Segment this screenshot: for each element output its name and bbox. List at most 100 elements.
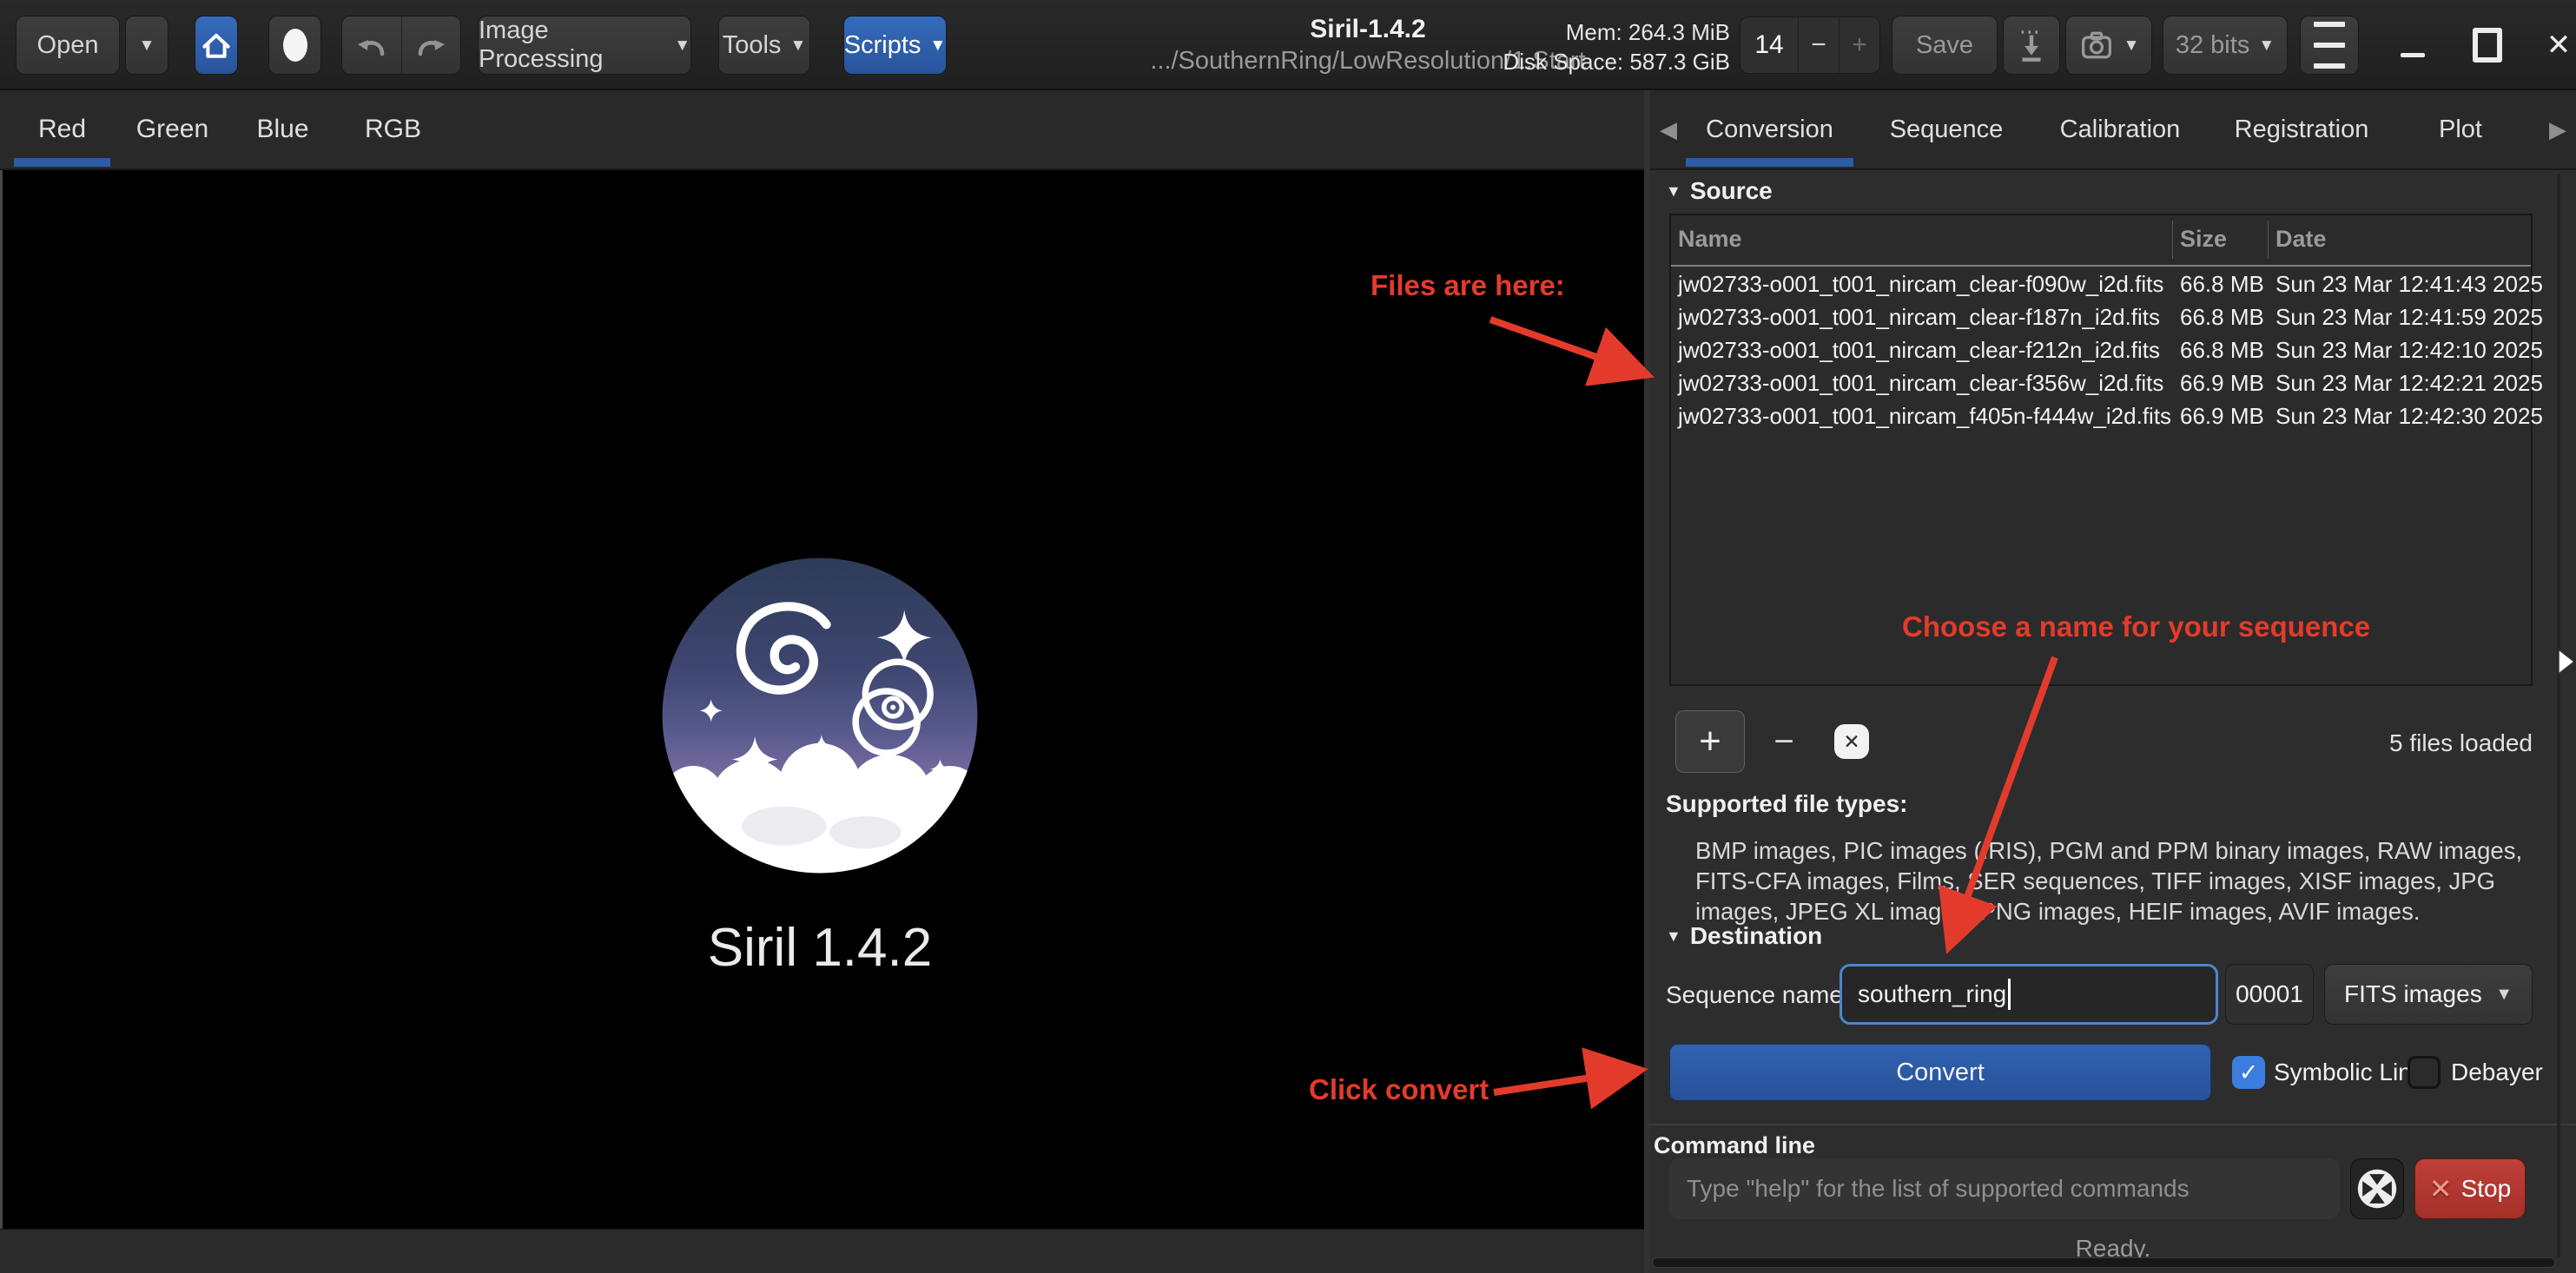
chevron-down-icon: ▼ <box>929 37 946 54</box>
tab-red[interactable]: Red <box>7 90 117 168</box>
record-icon <box>281 26 310 64</box>
command-input-wrap <box>1669 1158 2340 1219</box>
paned-resize-handle[interactable] <box>1644 90 1650 1273</box>
supported-types-title: Supported file types: <box>1666 790 1907 818</box>
output-format-value: FITS images <box>2344 980 2482 1008</box>
output-format-dropdown[interactable]: FITS images ▼ <box>2324 964 2533 1025</box>
tab-plot[interactable]: Plot <box>2423 90 2498 168</box>
remove-files-button[interactable]: − <box>1761 710 1807 773</box>
disk-space: Disk Space: 587.3 GiB <box>1433 47 1730 76</box>
open-dropdown-button[interactable]: ▼ <box>125 16 168 75</box>
panel-tab-strip: ◀ Conversion Sequence Calibration Regist… <box>1650 90 2576 170</box>
tab-sequence[interactable]: Sequence <box>1876 90 2017 168</box>
file-row[interactable]: jw02733-o001_t001_nircam_clear-f212n_i2d… <box>1671 333 2531 366</box>
text-caret <box>2008 979 2011 1010</box>
stop-button[interactable]: ✕ Stop <box>2414 1158 2526 1219</box>
tab-calibration[interactable]: Calibration <box>2046 90 2194 168</box>
home-button[interactable] <box>195 16 238 75</box>
tab-green[interactable]: Green <box>117 90 228 168</box>
hamburger-menu-button[interactable] <box>2300 16 2359 75</box>
open-button[interactable]: Open <box>16 16 120 75</box>
sequence-name-value: southern_ring <box>1858 980 2006 1008</box>
plus-icon: + <box>1699 720 1721 763</box>
source-section-header[interactable]: ▼ Source <box>1666 177 1773 205</box>
maximize-icon <box>2473 28 2502 63</box>
annotation-files-here: Files are here: <box>1371 269 1565 302</box>
siril-window: Open ▼ <box>0 0 2576 1273</box>
files-loaded-status: 5 files loaded <box>2223 729 2533 757</box>
destination-section-header[interactable]: ▼ Destination <box>1666 922 1822 950</box>
vertical-scrollbar[interactable] <box>2557 174 2560 1257</box>
debayer-checkbox[interactable] <box>2408 1056 2441 1089</box>
file-row[interactable]: jw02733-o001_t001_nircam_clear-f187n_i2d… <box>1671 300 2531 333</box>
command-line-title: Command line <box>1654 1132 1815 1159</box>
bit-depth-dropdown[interactable]: 32 bits ▼ <box>2163 16 2288 75</box>
collapse-icon: ▼ <box>1666 927 1681 946</box>
resources-readout: Mem: 264.3 MiB Disk Space: 587.3 GiB <box>1433 17 1730 76</box>
sequence-name-input[interactable]: southern_ring <box>1840 964 2218 1025</box>
convert-button[interactable]: Convert <box>1669 1044 2211 1101</box>
canvas-status-strip <box>0 1229 1644 1273</box>
chevron-down-icon: ▼ <box>139 37 155 54</box>
supported-types-text: BMP images, PIC images (IRIS), PGM and P… <box>1695 835 2534 927</box>
channel-tab-strip: Red Green Blue RGB <box>0 90 1644 170</box>
file-row[interactable]: jw02733-o001_t001_nircam_f405n-f444w_i2d… <box>1671 399 2531 432</box>
tab-registration[interactable]: Registration <box>2223 90 2380 168</box>
column-header-date[interactable]: Date <box>2275 215 2527 263</box>
minus-icon: − <box>1773 722 1793 762</box>
command-section-divider <box>1648 1124 2576 1125</box>
file-row[interactable]: jw02733-o001_t001_nircam_clear-f356w_i2d… <box>1671 366 2531 399</box>
chevron-down-icon: ▼ <box>674 37 690 54</box>
close-button[interactable]: ✕ <box>2534 16 2576 75</box>
right-arrow-icon: ▶ <box>2549 116 2566 143</box>
undo-icon <box>353 27 390 63</box>
horizontal-scrollbar[interactable] <box>1652 1257 2555 1268</box>
tools-menu[interactable]: Tools ▼ <box>718 16 810 75</box>
file-list-header: Name Size Date <box>1671 215 2531 267</box>
minimize-button[interactable] <box>2388 16 2437 75</box>
clear-list-button[interactable]: ✕ <box>1834 724 1869 759</box>
zoom-increase-button[interactable]: + <box>1839 17 1879 73</box>
snapshot-button[interactable]: ▼ <box>2065 16 2152 75</box>
canvas-scrollbar[interactable] <box>0 170 3 1229</box>
minimize-icon <box>2401 53 2425 57</box>
maximize-button[interactable] <box>2463 16 2512 75</box>
redo-button[interactable] <box>402 16 461 74</box>
image-processing-menu[interactable]: Image Processing ▼ <box>478 16 691 75</box>
undo-button[interactable] <box>342 16 402 74</box>
siril-logo <box>657 553 982 878</box>
tab-rgb[interactable]: RGB <box>338 90 448 168</box>
record-button[interactable] <box>268 16 321 75</box>
start-index-input[interactable]: 00001 <box>2225 964 2314 1025</box>
symbolic-link-checkbox[interactable]: ✓ <box>2232 1056 2265 1089</box>
tab-conversion[interactable]: Conversion <box>1686 90 1853 168</box>
zoom-decrease-button[interactable]: − <box>1799 17 1839 73</box>
tools-label: Tools <box>723 31 782 60</box>
column-header-size[interactable]: Size <box>2180 215 2267 263</box>
column-header-name[interactable]: Name <box>1678 215 2164 263</box>
logo-caption: Siril 1.4.2 <box>559 917 1080 979</box>
open-button-label: Open <box>37 31 99 60</box>
chevron-down-icon: ▼ <box>2495 985 2513 1005</box>
chevron-down-icon: ▼ <box>2124 37 2140 54</box>
save-label: Save <box>1916 31 1973 60</box>
collapse-icon: ▼ <box>1666 182 1681 201</box>
hamburger-icon <box>2314 22 2345 27</box>
annotation-click-convert: Click convert <box>1309 1073 1489 1106</box>
command-helper-button[interactable] <box>2350 1158 2404 1219</box>
tabs-scroll-right-button[interactable]: ▶ <box>2543 90 2573 168</box>
save-as-button[interactable] <box>2003 16 2060 75</box>
command-pad-icon <box>2356 1168 2398 1210</box>
bit-depth-value: 32 bits <box>2176 31 2249 60</box>
titlebar: Open ▼ <box>0 0 2576 90</box>
save-button[interactable]: Save <box>1892 16 1998 75</box>
tab-blue[interactable]: Blue <box>228 90 338 168</box>
tabs-scroll-left-button[interactable]: ◀ <box>1654 90 1683 168</box>
file-row[interactable]: jw02733-o001_t001_nircam_clear-f090w_i2d… <box>1671 267 2531 300</box>
add-files-button[interactable]: + <box>1675 710 1745 773</box>
command-input[interactable] <box>1669 1158 2375 1219</box>
check-icon: ✓ <box>2239 1059 2259 1086</box>
chevron-down-icon: ▼ <box>789 37 806 54</box>
save-as-icon <box>2012 24 2051 66</box>
scripts-menu[interactable]: Scripts ▼ <box>843 16 947 75</box>
